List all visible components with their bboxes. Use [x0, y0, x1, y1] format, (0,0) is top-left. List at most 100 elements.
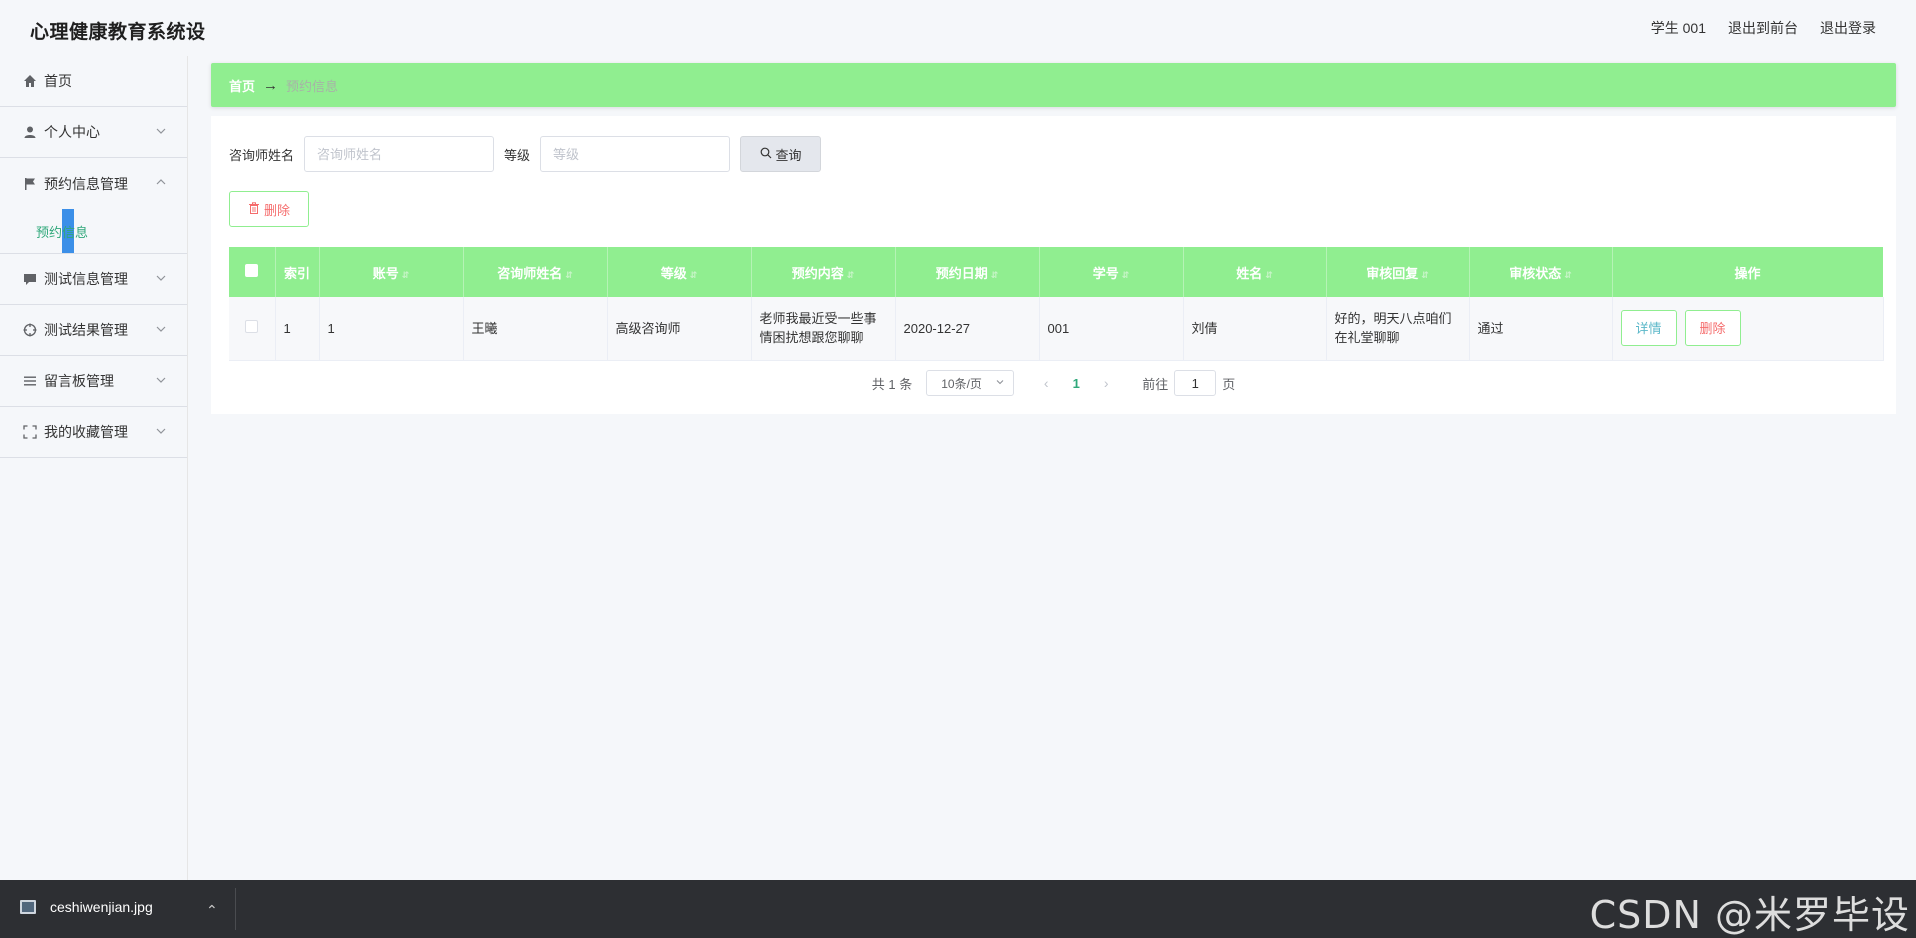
column-header-level[interactable]: 等级 ⇵ — [607, 247, 752, 297]
column-header-counselor[interactable]: 咨询师姓名 ⇵ — [463, 247, 608, 297]
query-button[interactable]: 查询 — [740, 136, 822, 172]
image-file-icon — [20, 900, 36, 914]
sidebar-subitem-label: 预约信息 — [36, 224, 89, 240]
list-icon — [22, 373, 38, 389]
goto-page-input[interactable] — [1174, 370, 1217, 396]
sidebar-item-personal-center[interactable]: 个人中心 — [0, 107, 187, 158]
exit-to-frontend-link[interactable]: 退出到前台 — [1728, 18, 1798, 38]
sort-icon[interactable]: ⇵ — [847, 270, 855, 281]
cell-actions: 详情 删除 — [1612, 297, 1884, 361]
sidebar-subitem-appointment-info[interactable]: 预约信息 — [0, 209, 187, 253]
sidebar-item-label: 预约信息管理 — [44, 175, 128, 192]
prev-page-icon[interactable]: ‹ — [1032, 375, 1060, 391]
cell-status: 通过 — [1469, 297, 1613, 361]
next-page-icon[interactable]: › — [1092, 375, 1120, 391]
column-header-label: 姓名 — [1236, 265, 1263, 281]
batch-delete-button[interactable]: 删除 — [229, 191, 309, 227]
sidebar-item-appointment-management[interactable]: 预约信息管理 — [0, 158, 187, 209]
cell-account: 1 — [319, 297, 464, 361]
detail-button[interactable]: 详情 — [1620, 310, 1677, 347]
counselor-name-label: 咨询师姓名 — [229, 147, 295, 163]
divider — [235, 888, 236, 930]
content-panel: 咨询师姓名 等级 查询 删除 索引 账号⇵ 咨询师姓名⇵ 等级⇵ 预约内容⇵ — [211, 116, 1896, 414]
chevron-down-icon — [155, 373, 167, 385]
goto-page: 前往 页 — [1142, 370, 1235, 396]
column-header-label: 预约内容 — [791, 265, 844, 281]
column-header-label: 审核状态 — [1509, 265, 1562, 281]
sort-icon[interactable]: ⇵ — [1265, 270, 1273, 281]
cell-student-id: 001 — [1039, 297, 1184, 361]
sort-icon[interactable]: ⇵ — [1122, 270, 1130, 281]
select-all-cell[interactable] — [229, 247, 276, 297]
home-icon — [22, 73, 38, 89]
column-header-student-id[interactable]: 学号 ⇵ — [1039, 247, 1184, 297]
column-header-label: 预约日期 — [935, 265, 988, 281]
search-form: 咨询师姓名 等级 查询 — [229, 136, 822, 172]
pagination: 共 1 条 10条/页 ‹ 1 › 前往 页 — [211, 370, 1896, 396]
sort-icon[interactable]: ⇵ — [565, 270, 573, 281]
column-header-content[interactable]: 预约内容 ⇵ — [751, 247, 896, 297]
chevron-down-icon — [995, 376, 1005, 390]
target-icon — [22, 322, 38, 338]
table-header-row: 索引 账号 ⇵ 咨询师姓名 ⇵ 等级 ⇵ 预约内容 ⇵ 预约日期 ⇵ 学号 ⇵ 姓名 ⇵ 审核… — [229, 247, 1884, 297]
cell-date: 2020-12-27 — [895, 297, 1040, 361]
sort-icon[interactable]: ⇵ — [1564, 270, 1572, 281]
sidebar-item-message-board-management[interactable]: 留言板管理 — [0, 356, 187, 407]
trash-icon — [248, 201, 260, 217]
sort-icon[interactable]: ⇵ — [690, 270, 698, 281]
sidebar-item-label: 个人中心 — [44, 124, 100, 140]
column-header-index: 索引 — [275, 247, 320, 297]
column-header-status[interactable]: 审核状态 ⇵ — [1469, 247, 1613, 297]
chevron-down-icon — [155, 124, 167, 136]
sidebar-item-label: 测试结果管理 — [44, 322, 128, 338]
column-header-reply[interactable]: 审核回复 ⇵ — [1326, 247, 1470, 297]
select-all-checkbox[interactable] — [245, 264, 259, 277]
goto-prefix: 前往 — [1142, 376, 1169, 392]
page-size-value: 10条/页 — [941, 376, 982, 391]
column-header-account[interactable]: 账号 ⇵ — [319, 247, 464, 297]
batch-delete-label: 删除 — [263, 202, 290, 218]
counselor-name-input[interactable] — [304, 136, 495, 172]
cell-reply: 好的，明天八点咱们在礼堂聊聊 — [1326, 297, 1470, 361]
chat-icon — [22, 271, 38, 287]
sort-icon[interactable]: ⇵ — [402, 270, 410, 281]
page-number-current[interactable]: 1 — [1060, 376, 1092, 391]
level-label: 等级 — [504, 147, 531, 163]
table-row: 1 1 王曦 高级咨询师 老师我最近受一些事情困扰想跟您聊聊 2020-12-2… — [229, 297, 1884, 361]
fullscreen-icon — [22, 424, 38, 440]
breadcrumb-home-link[interactable]: 首页 — [229, 76, 255, 95]
column-header-label: 咨询师姓名 — [497, 265, 563, 281]
search-icon — [760, 147, 772, 162]
column-header-actions: 操作 — [1612, 247, 1884, 297]
row-select-cell[interactable] — [229, 297, 276, 361]
cell-index: 1 — [275, 297, 320, 361]
row-delete-button[interactable]: 删除 — [1684, 310, 1741, 347]
pagination-total: 共 1 条 — [871, 376, 913, 392]
column-header-date[interactable]: 预约日期 ⇵ — [895, 247, 1040, 297]
sidebar-item-test-result-management[interactable]: 测试结果管理 — [0, 305, 187, 356]
download-file-name: ceshiwenjian.jpg — [50, 899, 153, 915]
column-header-label: 等级 — [660, 265, 687, 281]
sidebar-item-test-info-management[interactable]: 测试信息管理 — [0, 254, 187, 305]
chevron-up-icon[interactable]: ⌃ — [206, 902, 218, 919]
sidebar-item-favorites-management[interactable]: 我的收藏管理 — [0, 407, 187, 458]
sort-icon[interactable]: ⇵ — [991, 270, 999, 281]
sidebar: 首页 个人中心 预约信息管理 预约信息 测试信息管理 测试结果管理 留言板管理 … — [0, 56, 188, 880]
breadcrumb: 首页 → 预约信息 — [211, 63, 1896, 107]
sidebar-group-appointments: 预约信息管理 预约信息 — [0, 158, 187, 254]
cell-content: 老师我最近受一些事情困扰想跟您聊聊 — [751, 297, 896, 361]
page-size-select[interactable]: 10条/页 — [926, 370, 1015, 396]
app-title: 心理健康教育系统设 — [30, 22, 206, 43]
goto-suffix: 页 — [1222, 376, 1236, 392]
current-user-link[interactable]: 学生 001 — [1651, 18, 1706, 38]
row-checkbox[interactable] — [245, 319, 259, 333]
logout-link[interactable]: 退出登录 — [1820, 18, 1876, 38]
level-input[interactable] — [540, 136, 731, 172]
column-header-label: 学号 — [1092, 265, 1119, 281]
column-header-name[interactable]: 姓名 ⇵ — [1183, 247, 1327, 297]
sidebar-item-home[interactable]: 首页 — [0, 56, 187, 107]
download-item[interactable]: ceshiwenjian.jpg — [20, 899, 153, 915]
sort-icon[interactable]: ⇵ — [1421, 270, 1429, 281]
chevron-down-icon — [155, 424, 167, 436]
column-header-label: 审核回复 — [1366, 265, 1419, 281]
